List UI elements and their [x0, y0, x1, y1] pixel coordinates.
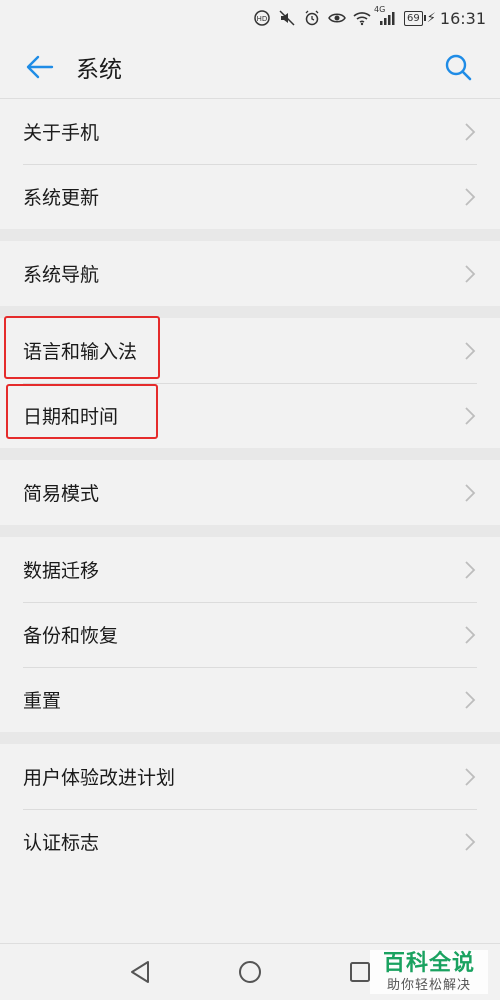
triangle-back-icon: [131, 961, 149, 983]
watermark-subtitle: 助你轻松解决: [386, 978, 471, 993]
wifi-icon: [353, 9, 371, 27]
setting-system-navigation[interactable]: 系统导航: [0, 241, 500, 306]
watermark-logo: 百科全说 助你轻松解决: [370, 950, 488, 994]
setting-user-experience[interactable]: 用户体验改进计划: [0, 744, 500, 809]
group-divider: [0, 229, 500, 241]
hd-call-icon: HD: [253, 9, 271, 27]
svg-text:HD: HD: [257, 15, 268, 23]
chevron-right-icon: [465, 690, 476, 709]
group-divider: [0, 525, 500, 537]
setting-label: 系统导航: [23, 264, 100, 286]
highlight-box-date-time: [6, 384, 158, 439]
settings-group: 关于手机 系统更新: [0, 99, 500, 229]
mute-icon: [278, 9, 296, 27]
search-button[interactable]: [438, 47, 478, 87]
network-type: 4G: [374, 5, 386, 14]
charging-icon: ⚡: [426, 10, 436, 26]
settings-group: 用户体验改进计划 认证标志: [0, 744, 500, 874]
app-bar: 系统: [0, 36, 500, 99]
setting-system-update[interactable]: 系统更新: [0, 164, 500, 229]
settings-group: 系统导航: [0, 241, 500, 306]
setting-label: 系统更新: [23, 187, 100, 209]
setting-about-phone[interactable]: 关于手机: [0, 99, 500, 164]
setting-backup-restore[interactable]: 备份和恢复: [0, 602, 500, 667]
battery-level: 69: [407, 12, 420, 24]
chevron-right-icon: [465, 625, 476, 644]
chevron-right-icon: [465, 122, 476, 141]
status-icons: HD 4G: [253, 5, 396, 27]
back-button[interactable]: [20, 47, 60, 87]
status-bar: HD 4G 69 ⚡ 16:31: [0, 0, 500, 36]
page-title: 系统: [76, 57, 122, 83]
setting-certification-logos[interactable]: 认证标志: [0, 809, 500, 874]
setting-data-migration[interactable]: 数据迁移: [0, 537, 500, 602]
settings-list: 关于手机 系统更新 系统导航 语言和输入法 日期和时间 简易模式 数据迁移 备份…: [0, 99, 500, 874]
chevron-right-icon: [465, 341, 476, 360]
group-divider: [0, 732, 500, 744]
group-divider: [0, 448, 500, 460]
chevron-right-icon: [465, 264, 476, 283]
alarm-icon: [303, 9, 321, 27]
highlight-box-language: [4, 316, 160, 379]
setting-label: 备份和恢复: [23, 625, 119, 647]
chevron-right-icon: [465, 767, 476, 786]
nav-home-button[interactable]: [236, 958, 264, 986]
eye-comfort-icon: [328, 9, 346, 27]
nav-back-button[interactable]: [126, 958, 154, 986]
circle-home-icon: [239, 961, 261, 983]
setting-label: 认证标志: [23, 832, 100, 854]
setting-label: 用户体验改进计划: [23, 767, 176, 789]
setting-label: 关于手机: [23, 122, 100, 144]
clock: 16:31: [439, 8, 486, 28]
arrow-left-icon: [26, 55, 54, 79]
battery-icon: 69: [404, 10, 426, 26]
setting-simple-mode[interactable]: 简易模式: [0, 460, 500, 525]
setting-label: 简易模式: [23, 483, 100, 505]
setting-reset[interactable]: 重置: [0, 667, 500, 732]
watermark-title: 百科全说: [382, 951, 475, 976]
chevron-right-icon: [465, 406, 476, 425]
setting-label: 数据迁移: [23, 560, 100, 582]
square-recents-icon: [350, 962, 370, 982]
search-icon: [445, 54, 472, 81]
chevron-right-icon: [465, 483, 476, 502]
signal-icon: 4G: [374, 5, 396, 27]
settings-group: 简易模式: [0, 460, 500, 525]
chevron-right-icon: [465, 832, 476, 851]
setting-label: 重置: [23, 690, 62, 712]
chevron-right-icon: [465, 187, 476, 206]
settings-group: 数据迁移 备份和恢复 重置: [0, 537, 500, 732]
chevron-right-icon: [465, 560, 476, 579]
